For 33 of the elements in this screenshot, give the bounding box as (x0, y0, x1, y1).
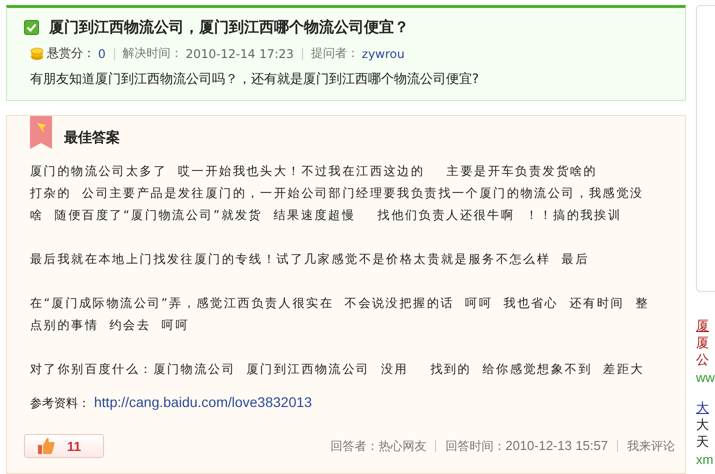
ad-title[interactable]: 厦 (696, 318, 715, 335)
meta-label: 回答者： (330, 438, 378, 452)
meta-value: 2010-12-13 15:57 (505, 438, 608, 452)
ad-text: 大 (696, 417, 710, 434)
coins-icon (30, 46, 44, 60)
ad-url: ww (696, 369, 715, 386)
answer-heading: 最佳答案 (64, 129, 120, 147)
meta-label: 提问者： (310, 45, 359, 62)
answer-text: 在“厦门成际物流公司”弄，感觉江西负责人很实在 不会说没把握的话 呵呵 我也省心 还有时间 整点别的事情 约会去 呵呵 (30, 295, 650, 334)
meta-label: 悬赏分： (47, 45, 95, 62)
meta-label: 回答时间： (445, 438, 506, 452)
meta-value: 2010-12-14 17:23 (186, 46, 294, 60)
comment-link[interactable]: 我来评论 (627, 438, 675, 454)
flag-icon (30, 116, 52, 149)
meta-label: 解决时间： (122, 45, 183, 62)
answer-text: 对了你别百度什么：厦门物流公司 厦门到江西物流公司 没用 找到的 给你感觉想象不到 差距大 (30, 361, 646, 378)
answer-text: 厦门的物流公司太多了 哎一开始我也头大！不过我在江西这边的 主要是开车负责发货啥的 (30, 163, 598, 180)
reference-label: 参考资料： (30, 395, 90, 412)
thumbs-up-icon (37, 437, 55, 455)
answer-text: 最后我就在本地上门找发往厦门的专线！试了几家感觉不是价格太贵就是服务不怎么样 最后 (30, 251, 590, 268)
user-link[interactable]: zywrou (362, 46, 405, 60)
answer-text: 打杂的 公司主要产品是发往厦门的，一开始公司部门经理要我负责找一个厦门的物流公司，我感觉没啥 随便百度了“厦门物流公司”就发货 结果速度超慢 找他们负责人还很牛啊 ！！搞的我挨训 (30, 185, 645, 224)
reference-link[interactable]: http://cang.baidu.com/love3832013 (94, 394, 312, 410)
meta-value: 热心网友 (378, 438, 426, 452)
ad-text: 厦 (696, 335, 710, 352)
question-title: 厦门到江西物流公司，厦门到江西哪个物流公司便宜？ (49, 18, 409, 37)
ad-title[interactable]: 大 (696, 400, 715, 417)
ad-text: 公 (696, 352, 710, 369)
question-body: 有朋友知道厦门到江西物流公司吗？，还有就是厦门到江西哪个物流公司便宜? (29, 71, 480, 88)
ad-text: 天 (696, 434, 710, 451)
meta-value: 0 (98, 46, 106, 60)
ad-url: xm (696, 451, 714, 468)
like-button[interactable]: 11 (24, 434, 104, 458)
